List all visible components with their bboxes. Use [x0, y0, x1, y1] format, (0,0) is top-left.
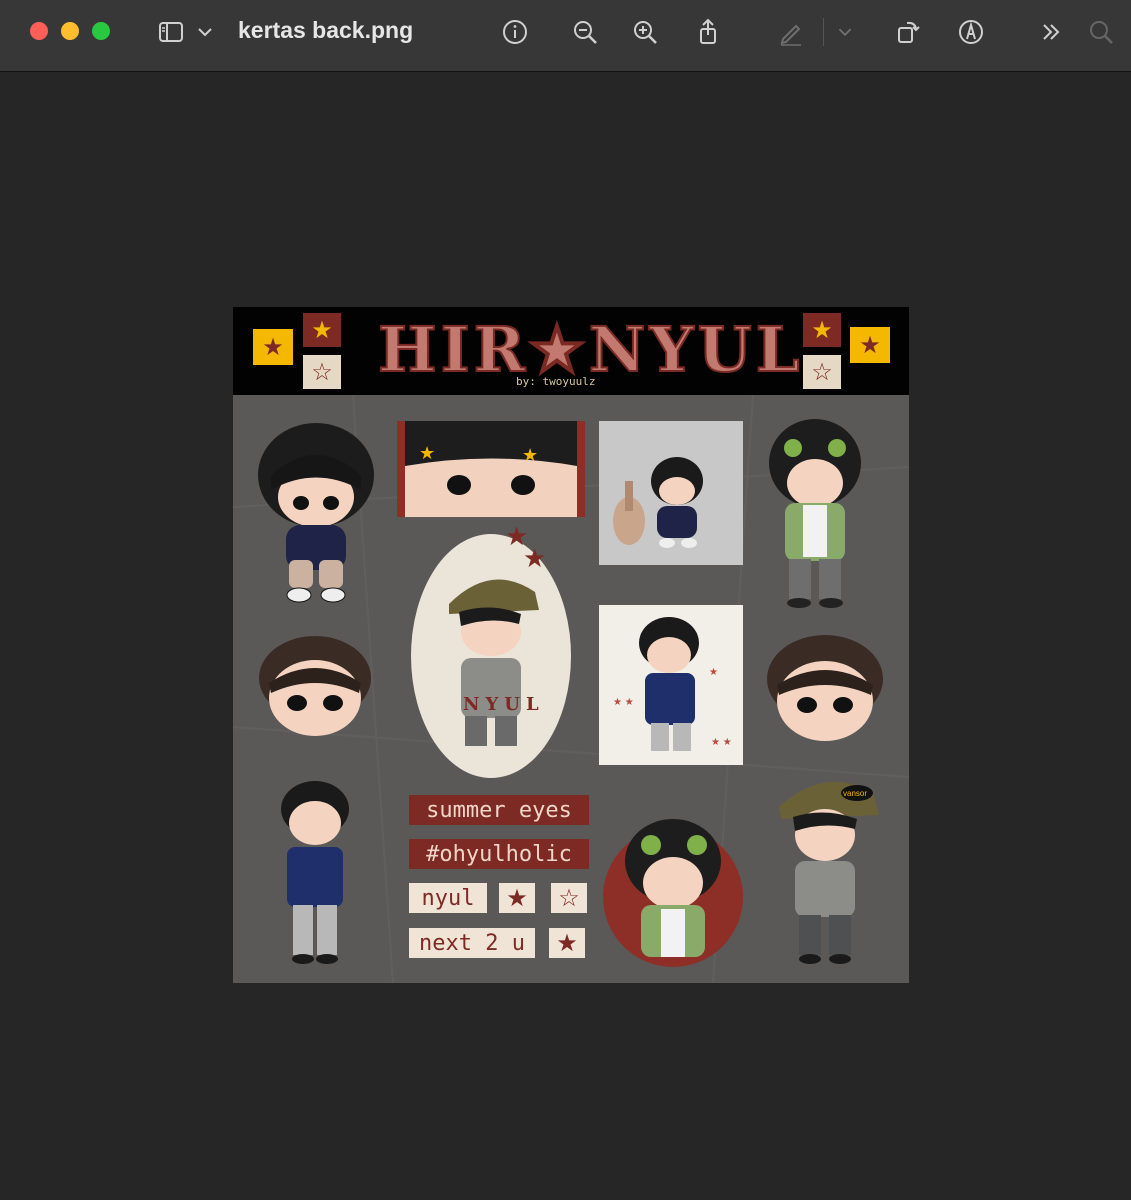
- zoom-in-icon[interactable]: [627, 14, 663, 50]
- chevron-down-icon[interactable]: [831, 14, 859, 50]
- star-sticker: ★: [253, 329, 293, 365]
- markup-pen-icon[interactable]: [773, 14, 809, 50]
- circle-dragon-boy-sticker: [603, 819, 743, 967]
- search-icon[interactable]: [1083, 14, 1119, 50]
- cap-boy-sticker: vansor: [779, 781, 879, 964]
- starry-uniform-boy-sticker: ★ ★ ★ ★ ★: [599, 605, 743, 765]
- byline: by: twoyuulz: [516, 375, 596, 388]
- star-chip: ☆: [551, 883, 587, 913]
- cap-brand-text: vansor: [843, 789, 867, 798]
- sidebar-icon[interactable]: [153, 14, 189, 50]
- banner: ★ ★ ☆ HIR★NYUL by: twoyuulz ★ ☆ ★: [233, 307, 909, 395]
- chevron-down-icon[interactable]: [190, 14, 220, 50]
- cap-name-text: NYUL: [463, 694, 545, 715]
- svg-text:★ ★: ★ ★: [711, 737, 732, 748]
- zoom-out-icon[interactable]: [567, 14, 603, 50]
- star-sticker: ☆: [303, 355, 341, 389]
- rotate-icon[interactable]: [890, 14, 926, 50]
- boy-face-sticker: [767, 635, 883, 741]
- svg-text:★: ★: [522, 445, 538, 465]
- close-window-button[interactable]: [30, 22, 48, 40]
- star-sticker: ★: [303, 313, 341, 347]
- star-cluster: ★ ★: [505, 523, 555, 575]
- svg-text:★: ★: [419, 443, 435, 463]
- label-next-2-u: next 2 u: [409, 928, 535, 958]
- svg-text:★: ★: [709, 667, 718, 678]
- guitar-boy-sticker: [599, 421, 743, 565]
- peeking-face-sticker: ★ ★: [397, 421, 585, 517]
- uniform-boy-sticker: [281, 781, 349, 964]
- window-toolbar: kertas back.png: [0, 0, 1131, 72]
- sitting-boy-sticker: [258, 423, 374, 603]
- dragon-hood-boy-sticker: [769, 419, 861, 608]
- star-sticker: ☆: [803, 355, 841, 389]
- label-summer-eyes: summer eyes: [409, 795, 589, 825]
- window-title: kertas back.png: [238, 17, 414, 43]
- svg-text:★ ★: ★ ★: [613, 697, 634, 708]
- star-mark: ★: [523, 543, 547, 573]
- label-hashtag: #ohyulholic: [409, 839, 589, 869]
- star-chip: ★: [499, 883, 535, 913]
- star-chip: ★: [549, 928, 585, 958]
- minimize-window-button[interactable]: [61, 22, 79, 40]
- star-sticker: ★: [803, 313, 841, 347]
- sticker-sheet-image: ★ ★ ☆ HIR★NYUL by: twoyuulz ★ ☆ ★ ★ ★ NY…: [233, 307, 909, 983]
- boy-face-sticker: [259, 636, 371, 736]
- annotate-icon[interactable]: [953, 14, 989, 50]
- toolbar-divider: [823, 18, 824, 46]
- info-icon[interactable]: [497, 14, 533, 50]
- more-icon[interactable]: [1033, 14, 1069, 50]
- star-sticker: ★: [850, 327, 890, 363]
- label-nyul: nyul: [409, 883, 487, 913]
- share-icon[interactable]: [690, 14, 726, 50]
- zoom-window-button[interactable]: [92, 22, 110, 40]
